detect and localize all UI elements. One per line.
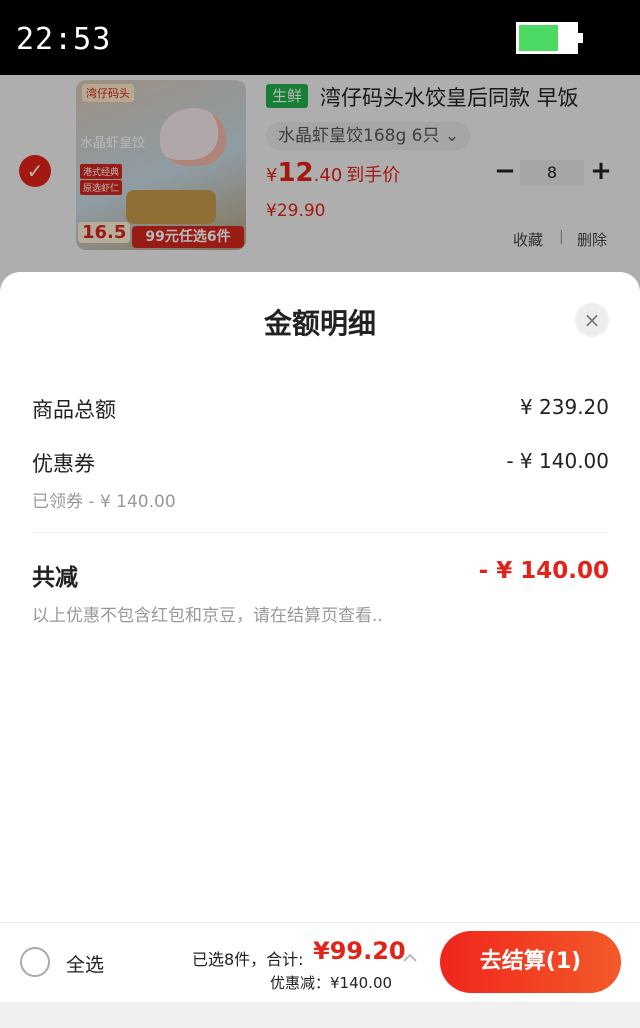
close-icon[interactable]: × [575,303,609,337]
select-all-label[interactable]: 全选 [66,950,104,977]
select-all-checkbox[interactable] [20,947,50,977]
discount-summary[interactable]: 优惠减：¥140.00 [270,972,392,993]
status-time: 22:53 [16,22,112,57]
total-discount-label: 共减 [32,565,78,591]
sheet-title: 金额明细 [263,307,376,340]
battery-icon [516,22,583,54]
goods-total-label: 商品总额 [32,398,116,422]
coupon-value: - ¥ 140.00 [506,449,609,473]
disclaimer-text: 以上优惠不包含红包和京豆，请在结算页查看.. [32,606,383,626]
chevron-up-icon[interactable] [402,950,418,966]
coupon-label: 优惠券 [32,452,95,476]
home-indicator-area [0,1002,640,1028]
coupon-note: 已领券 - ¥ 140.00 [32,492,176,512]
battery-level [519,25,559,51]
total-price: ¥99.20 [313,937,406,965]
total-discount-value: - ¥ 140.00 [478,558,609,584]
selected-count: 已选8件，合计: [192,950,304,969]
status-bar: 22:53 [0,0,640,75]
amount-detail-sheet [0,272,640,922]
divider [32,532,608,533]
checkout-button[interactable]: 去结算(1) [440,931,621,993]
goods-total-value: ¥ 239.20 [519,395,609,419]
